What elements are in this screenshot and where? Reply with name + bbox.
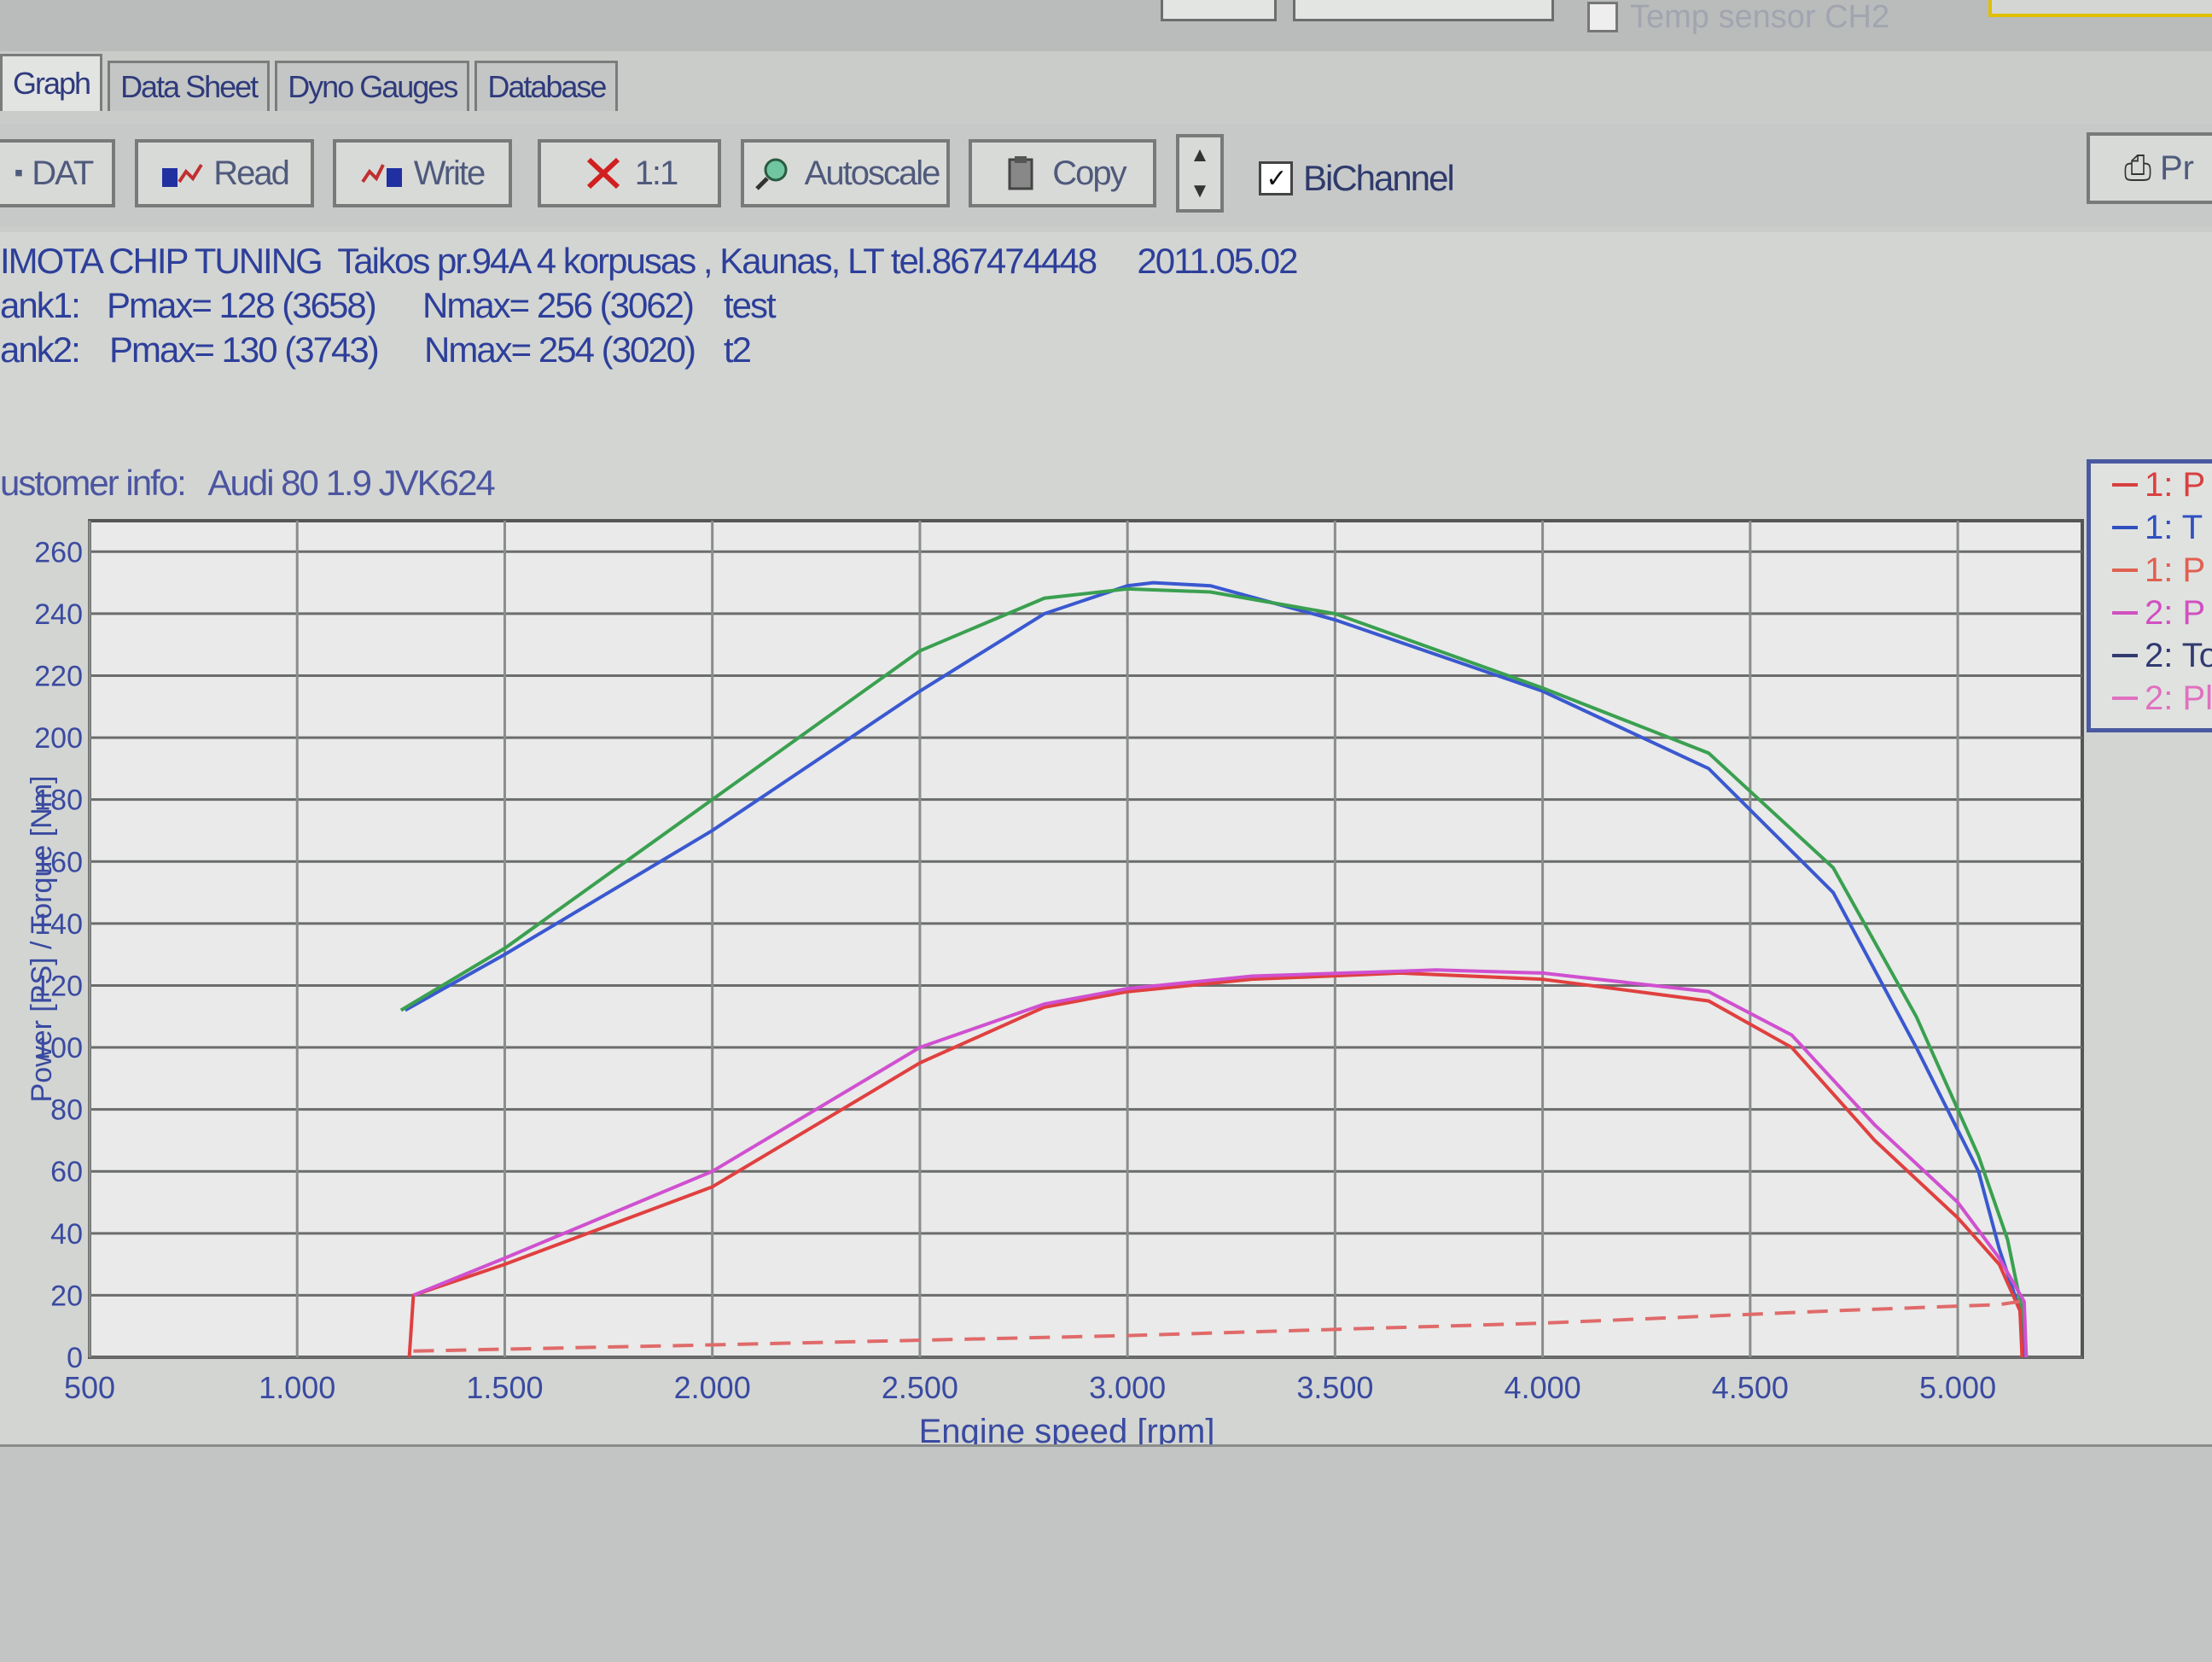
autoscale-label: Autoscale — [804, 154, 941, 192]
write-icon — [361, 164, 402, 187]
top-button-right[interactable] — [1293, 0, 1554, 21]
read-icon — [162, 163, 203, 187]
spinner-down-icon[interactable]: ▼ — [1190, 179, 1210, 203]
legend-label: 2: Pl — [2145, 679, 2212, 717]
bichannel-label: BiChannel — [1303, 158, 1455, 198]
top-button-left[interactable] — [1161, 0, 1277, 21]
clipboard-icon — [1008, 156, 1033, 190]
tab-dyno-gauges[interactable]: Dyno Gauges — [275, 61, 470, 111]
run1-prefix: ank1: — [0, 285, 81, 325]
temp-sensor-checkbox[interactable] — [1587, 2, 1618, 32]
dat-button[interactable]: ▪ DAT — [0, 139, 115, 207]
legend-label: 2: P — [2145, 593, 2206, 632]
run2-name: t2 — [724, 329, 752, 370]
toolbar: ▪ DAT Read Write 1:1 Autoscale Copy ▲ ▼ … — [0, 124, 2212, 226]
legend-label: 2: To — [2145, 636, 2212, 674]
run1-pmax: Pmax= 128 (3658) — [107, 285, 377, 325]
tab-bar: Graph Data Sheet Dyno Gauges Database — [0, 53, 623, 111]
run2-pmax: Pmax= 130 (3743) — [109, 329, 380, 370]
legend-item[interactable]: 2: P — [2091, 592, 2212, 634]
legend-item[interactable]: 1: P — [2091, 464, 2212, 506]
tab-data-sheet-label: Data Sheet — [120, 69, 259, 104]
magnifier-icon — [754, 158, 788, 190]
legend-item[interactable]: 1: P — [2091, 549, 2212, 592]
bichannel-toggle[interactable]: ✓ BiChannel — [1259, 158, 1455, 199]
legend-label: 1: P — [2145, 465, 2206, 504]
legend-item[interactable]: 1: T — [2091, 506, 2212, 549]
legend-swatch — [2112, 611, 2138, 615]
temp-sensor-toggle[interactable]: Temp sensor CH2 — [1587, 0, 1890, 35]
tab-graph[interactable]: Graph — [0, 54, 103, 111]
tab-graph-label: Graph — [13, 66, 91, 101]
channel-spinner[interactable]: ▲ ▼ — [1176, 134, 1224, 213]
dat-label: DAT — [32, 154, 94, 192]
company-line: IMOTA CHIP TUNING Taikos pr.94A 4 korpus… — [0, 241, 1299, 281]
legend-swatch — [2112, 697, 2138, 700]
scale-label: 1:1 — [634, 154, 679, 192]
dat-icon: ▪ — [14, 159, 24, 187]
legend-swatch — [2112, 483, 2138, 487]
run1-name: test — [724, 285, 777, 325]
customer-info: ustomer info: Audi 80 1.9 JVK624 — [0, 463, 496, 503]
zoom-reset-icon — [586, 157, 620, 190]
read-label: Read — [213, 154, 290, 192]
tab-dyno-gauges-label: Dyno Gauges — [288, 69, 458, 104]
legend-label: 1: T — [2145, 508, 2203, 546]
print-label: Pr — [2160, 149, 2194, 187]
write-button[interactable]: Write — [333, 139, 512, 207]
legend-label: 1: P — [2145, 551, 2206, 589]
legend: 1: P 1: T 1: P 2: P 2: To 2: Pl — [2087, 459, 2212, 732]
run2-prefix: ank2: — [0, 329, 81, 370]
spinner-up-icon[interactable]: ▲ — [1190, 143, 1210, 167]
tab-data-sheet[interactable]: Data Sheet — [108, 61, 271, 111]
copy-label: Copy — [1052, 154, 1126, 192]
run1-nmax: Nmax= 256 (3062) — [422, 285, 695, 325]
legend-swatch — [2112, 569, 2138, 572]
run2-nmax: Nmax= 254 (3020) — [424, 329, 696, 370]
tab-database[interactable]: Database — [474, 61, 619, 111]
graph-panel: IMOTA CHIP TUNING Taikos pr.94A 4 korpus… — [0, 232, 2212, 1444]
autoscale-button[interactable]: Autoscale — [741, 139, 950, 207]
scale-1-1-button[interactable]: 1:1 — [538, 139, 721, 207]
print-icon: ⎙ — [2124, 149, 2151, 187]
read-button[interactable]: Read — [135, 139, 314, 207]
legend-item[interactable]: 2: To — [2091, 634, 2212, 677]
legend-swatch — [2112, 526, 2138, 529]
legend-swatch — [2112, 654, 2138, 657]
write-label: Write — [413, 154, 486, 192]
legend-item[interactable]: 2: Pl — [2091, 677, 2212, 720]
highlighted-button[interactable] — [1988, 0, 2212, 17]
copy-button[interactable]: Copy — [969, 139, 1156, 207]
top-toolbar-strip: Temp sensor CH2 — [0, 0, 2212, 51]
print-button[interactable]: ⎙ Pr — [2087, 132, 2212, 204]
status-area — [0, 1444, 2212, 1662]
bichannel-checkbox[interactable]: ✓ — [1259, 161, 1293, 195]
tab-database-label: Database — [487, 69, 607, 104]
temp-sensor-label: Temp sensor CH2 — [1630, 0, 1890, 35]
